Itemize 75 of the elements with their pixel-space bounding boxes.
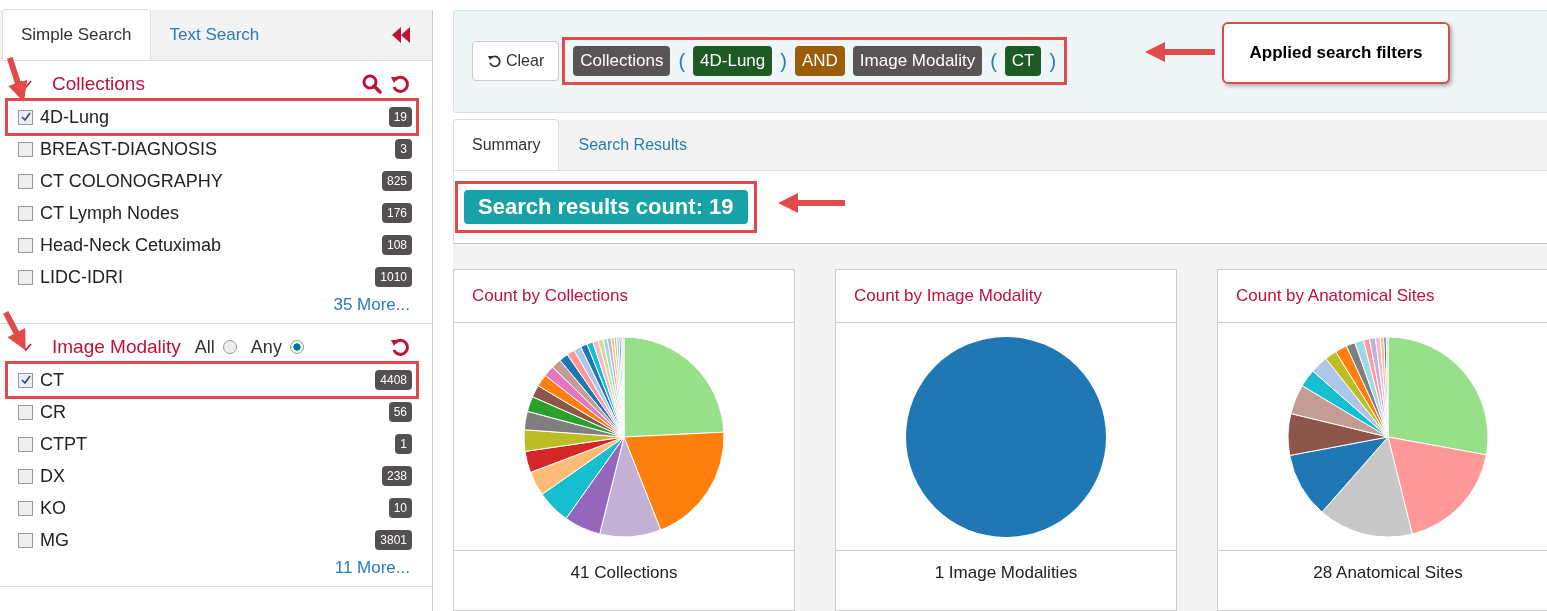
checkbox[interactable] (18, 500, 33, 516)
facet-item-label: CTPT (40, 433, 87, 455)
radio-button[interactable] (222, 340, 237, 354)
radio-button[interactable] (289, 340, 304, 354)
chart-footer: 41 Collections (454, 551, 794, 595)
parenthesis: ) (1049, 49, 1057, 73)
checkbox[interactable] (18, 404, 33, 420)
facet-item-label: CR (40, 401, 66, 423)
count-badge: 1010 (375, 267, 412, 287)
facet-item-label: 4D-Lung (40, 106, 110, 128)
search-tab[interactable]: Text Search (150, 9, 279, 60)
count-badge: 108 (381, 235, 412, 255)
facet-item-label: LIDC-IDRI (40, 266, 123, 288)
checkbox[interactable] (18, 468, 33, 484)
checkbox[interactable] (18, 141, 33, 157)
facet-item-label: BREAST-DIAGNOSIS (40, 138, 218, 160)
checkbox[interactable] (18, 205, 33, 221)
checkbox[interactable] (18, 173, 33, 189)
annotation-arrow (1145, 42, 1215, 62)
checkbox[interactable] (18, 237, 33, 253)
clear-button[interactable]: Clear (472, 41, 560, 82)
callout-label: Applied search filters (1222, 22, 1450, 84)
facet-tag: Image Modality (852, 46, 983, 77)
chart-title: Count by Anatomical Sites (1218, 270, 1547, 323)
count-badge: 4408 (375, 370, 412, 390)
checkbox[interactable] (18, 372, 33, 388)
annotation-arrow (3, 310, 26, 350)
facet-title: Collections (52, 73, 145, 95)
main-tab[interactable]: Summary (453, 119, 560, 171)
mode-label: All (194, 336, 215, 358)
count-badge: 238 (381, 466, 412, 486)
reset-icon[interactable] (390, 337, 410, 357)
facet-tag: Collections (573, 46, 671, 77)
search-tab[interactable]: Simple Search (2, 9, 151, 60)
main-tab[interactable]: Search Results (559, 119, 706, 171)
count-badge: 56 (388, 402, 412, 422)
facet-item-label: DX (40, 465, 65, 487)
chart-footer: 28 Anatomical Sites (1218, 551, 1547, 595)
annotation-arrow (778, 193, 845, 213)
facet-item-label: CT Lymph Nodes (40, 202, 180, 224)
more-link[interactable]: 35 More... (8, 293, 414, 319)
checkbox[interactable] (18, 436, 33, 452)
checkbox[interactable] (18, 109, 33, 125)
chart-title: Count by Image Modality (836, 270, 1176, 323)
value-tag: CT (1004, 46, 1042, 77)
more-link[interactable]: 11 More... (8, 556, 414, 582)
collapse-icon[interactable] (392, 27, 410, 43)
search-icon[interactable] (362, 74, 382, 94)
facet-item-label: MG (40, 529, 69, 551)
checkbox[interactable] (18, 269, 33, 285)
facet-title: Image Modality (52, 336, 181, 358)
count-badge: 825 (381, 171, 412, 191)
mode-label: Any (250, 336, 282, 358)
chart-footer: 1 Image Modalities (836, 551, 1176, 595)
checkbox[interactable] (18, 532, 33, 548)
parenthesis: ( (678, 49, 686, 73)
annotation-arrow (7, 57, 28, 102)
results-count-badge: Search results count: 19 (464, 190, 748, 225)
facet-item-label: CT (40, 369, 64, 391)
parenthesis: ( (990, 49, 997, 73)
count-badge: 3 (395, 139, 412, 159)
undo-icon (487, 54, 501, 69)
reset-icon[interactable] (390, 74, 410, 94)
facet-item-label: CT COLONOGRAPHY (40, 170, 223, 192)
facet-item-label: KO (40, 497, 66, 519)
count-badge: 176 (381, 203, 412, 223)
count-badge: 10 (388, 498, 412, 518)
count-badge: 19 (388, 107, 412, 127)
operator-tag: AND (794, 46, 845, 77)
value-tag: 4D-Lung (693, 46, 773, 77)
parenthesis: ) (780, 49, 787, 73)
count-badge: 1 (395, 434, 412, 454)
count-badge: 3801 (375, 530, 412, 550)
facet-item-label: Head-Neck Cetuximab (40, 234, 222, 256)
chart-title: Count by Collections (454, 270, 794, 323)
